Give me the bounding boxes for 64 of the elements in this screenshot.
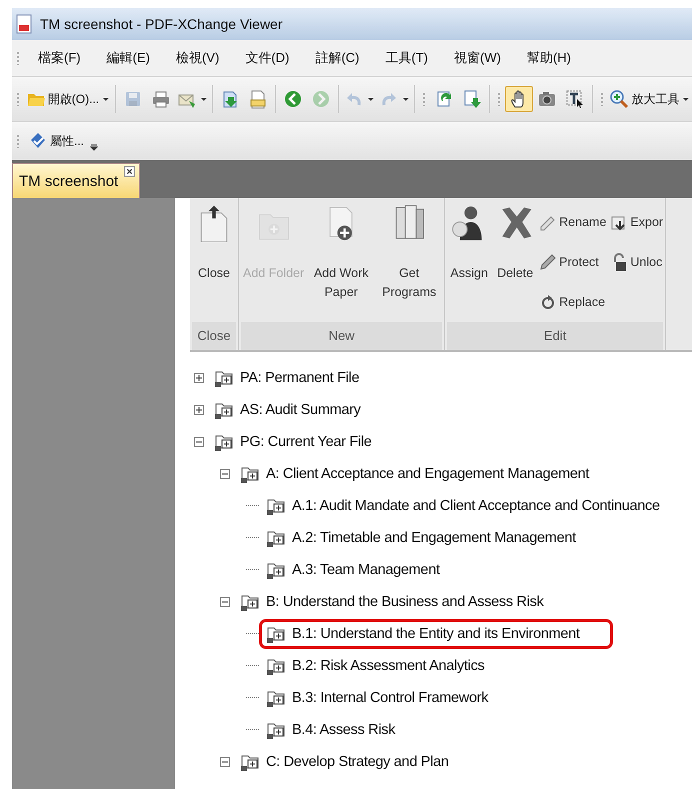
window-title: TM screenshot - PDF-XChange Viewer [40, 16, 282, 32]
document-tab[interactable]: TM screenshot [12, 163, 140, 198]
grip-handle[interactable] [16, 92, 20, 106]
collapse-icon[interactable] [220, 597, 230, 607]
caret-icon[interactable] [200, 95, 208, 103]
tree-item[interactable]: A.1: Audit Mandate and Client Acceptance and Continuance [292, 498, 660, 514]
magnifier-icon [609, 89, 630, 109]
ribbon-button[interactable]: Close [192, 198, 236, 322]
menu-item[interactable]: 幫助(H) [512, 49, 583, 67]
camera-icon [536, 89, 557, 109]
menu-item[interactable]: 檢視(V) [162, 49, 232, 67]
tree-item[interactable]: B.2: Risk Assessment Analytics [292, 658, 484, 674]
page-down-icon [462, 89, 482, 109]
collapse-icon[interactable] [194, 437, 204, 447]
menu-item[interactable]: 註解(C) [301, 49, 372, 67]
menu-item[interactable]: 檔案(F) [24, 49, 93, 67]
expand-icon[interactable] [194, 405, 204, 415]
grip-handle[interactable] [600, 92, 604, 106]
group-label: Edit [447, 322, 664, 350]
group-label: New [241, 322, 442, 350]
text-select-icon [564, 89, 585, 109]
toolbar-button[interactable]: 開啟(O)... [24, 86, 100, 112]
ribbon-button[interactable]: Expor [610, 202, 664, 242]
menu-item[interactable]: 文件(D) [231, 49, 302, 67]
caret-icon[interactable] [682, 95, 690, 103]
overflow-icon[interactable] [90, 144, 98, 152]
ribbon-button[interactable]: Protect [539, 242, 606, 282]
ribbon-button[interactable]: Unloc [610, 242, 664, 282]
grip-handle[interactable] [16, 134, 20, 148]
tree-item[interactable]: PG: Current Year File [240, 434, 372, 450]
ribbon-button[interactable]: Replace [539, 282, 606, 322]
ribbon-button[interactable]: Assign [447, 198, 492, 322]
tree-item[interactable]: A.2: Timetable and Engagement Management [292, 530, 576, 546]
tree-item[interactable]: B.1: Understand the Entity and its Environment [292, 626, 580, 642]
ribbon-button[interactable]: Get Programs [376, 198, 442, 322]
menu-item[interactable]: 工具(T) [371, 49, 440, 67]
menu-item[interactable]: 編輯(E) [92, 49, 162, 67]
ribbon-button[interactable]: Rename [539, 202, 606, 242]
menu-item[interactable]: 視窗(W) [440, 49, 513, 67]
tree-item[interactable]: B.3: Internal Control Framework [292, 690, 488, 706]
tree-item[interactable]: AS: Audit Summary [240, 402, 361, 418]
ribbon-button[interactable]: Add Work Paper [308, 198, 374, 322]
grip-handle[interactable] [16, 51, 20, 65]
toolbar-button[interactable] [504, 86, 533, 112]
caret-icon[interactable] [102, 95, 110, 103]
toolbar-button[interactable]: 放大工具 [607, 86, 680, 112]
grip-handle[interactable] [422, 92, 426, 106]
group-label: Close [192, 322, 236, 350]
close-icon[interactable] [124, 166, 136, 177]
pen-icon [539, 253, 558, 271]
expand-icon[interactable] [194, 373, 204, 383]
collapse-icon[interactable] [220, 757, 230, 767]
scan-document-icon [248, 89, 268, 109]
app-icon [14, 14, 34, 34]
tree-item[interactable]: B.4: Assess Risk [292, 722, 396, 738]
tree-item[interactable]: A: Client Acceptance and Engagement Management [266, 466, 590, 482]
tree-item[interactable]: B: Understand the Business and Assess Risk [266, 594, 544, 610]
tree-item[interactable]: PA: Permanent File [240, 370, 360, 386]
ribbon-button[interactable]: Delete [493, 198, 538, 322]
tree-item[interactable]: C: Develop Strategy and Plan [266, 754, 449, 770]
toolbar-button[interactable]: 屬性... [24, 128, 88, 154]
collapse-icon[interactable] [220, 469, 230, 479]
tree-item[interactable]: A.3: Team Management [292, 562, 440, 578]
printer-icon [150, 89, 171, 109]
